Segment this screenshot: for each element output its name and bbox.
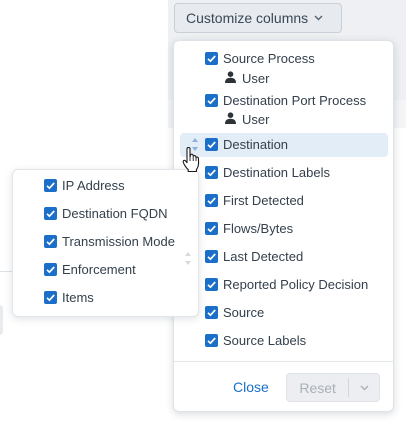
checkbox-checked-icon[interactable] bbox=[205, 222, 218, 235]
checkbox-checked-icon[interactable] bbox=[205, 94, 218, 107]
checkbox-checked-icon[interactable] bbox=[205, 166, 218, 179]
column-option-source-labels[interactable]: Source Labels bbox=[180, 329, 388, 353]
checkbox-checked-icon[interactable] bbox=[44, 235, 57, 248]
column-option-label: Transmission Mode bbox=[62, 234, 175, 249]
column-option-source[interactable]: Source bbox=[180, 301, 388, 325]
checkbox-checked-icon[interactable] bbox=[44, 179, 57, 192]
column-sub-item-label: User bbox=[242, 111, 270, 127]
menu-divider bbox=[174, 361, 393, 362]
checkbox-checked-icon[interactable] bbox=[205, 334, 218, 347]
column-option-destination-fqdn[interactable]: Destination FQDN bbox=[13, 202, 198, 226]
checkbox-checked-icon[interactable] bbox=[44, 291, 57, 304]
drag-handle-icon[interactable] bbox=[192, 138, 198, 151]
customize-columns-dropdown: Source Process User Destination Port Pro… bbox=[173, 40, 394, 412]
checkbox-checked-icon[interactable] bbox=[205, 138, 218, 151]
column-option-label: Last Detected bbox=[223, 249, 304, 264]
column-option-reported-policy-decision[interactable]: Reported Policy Decision bbox=[180, 273, 388, 297]
column-option-flows-bytes[interactable]: Flows/Bytes bbox=[180, 217, 388, 241]
column-option-label: Destination Port Process bbox=[223, 93, 367, 108]
column-option-label: Destination FQDN bbox=[62, 206, 168, 221]
column-option-label: Source Process bbox=[223, 51, 315, 66]
customize-columns-button[interactable]: Customize columns bbox=[174, 3, 342, 33]
checkbox-checked-icon[interactable] bbox=[205, 194, 218, 207]
column-option-items[interactable]: Items bbox=[13, 286, 198, 310]
checkbox-checked-icon[interactable] bbox=[205, 278, 218, 291]
column-option-last-detected[interactable]: Last Detected bbox=[180, 245, 388, 269]
column-sub-item-label: User bbox=[242, 70, 270, 86]
user-icon bbox=[225, 111, 236, 127]
column-option-label: Destination Labels bbox=[223, 165, 330, 180]
column-option-label: Enforcement bbox=[62, 262, 136, 277]
column-option-label: Reported Policy Decision bbox=[223, 277, 369, 292]
checkbox-checked-icon[interactable] bbox=[44, 207, 57, 220]
checkbox-checked-icon[interactable] bbox=[205, 306, 218, 319]
column-option-ip-address[interactable]: IP Address bbox=[13, 174, 198, 198]
column-option-destination-port-process[interactable]: Destination Port Process bbox=[180, 89, 388, 113]
checkbox-checked-icon[interactable] bbox=[205, 52, 218, 65]
reset-button[interactable]: Reset bbox=[287, 380, 348, 396]
column-option-first-detected[interactable]: First Detected bbox=[180, 189, 388, 213]
chevron-down-icon bbox=[314, 13, 323, 24]
reset-button-group: Reset bbox=[286, 373, 380, 402]
column-option-enforcement[interactable]: Enforcement bbox=[13, 258, 198, 282]
column-option-destination-labels[interactable]: Destination Labels bbox=[180, 161, 388, 185]
column-sub-item-user: User bbox=[225, 110, 269, 128]
close-button[interactable]: Close bbox=[233, 379, 269, 395]
checkbox-checked-icon[interactable] bbox=[205, 250, 218, 263]
column-sub-item-user: User bbox=[225, 69, 269, 87]
column-option-destination[interactable]: Destination bbox=[180, 133, 388, 157]
column-option-source-process[interactable]: Source Process bbox=[180, 47, 388, 71]
chevron-down-icon[interactable] bbox=[349, 383, 379, 393]
column-option-label: Source bbox=[223, 305, 265, 320]
extra-columns-panel: IP Address Destination FQDN Transmission… bbox=[12, 169, 199, 317]
checkbox-checked-icon[interactable] bbox=[44, 263, 57, 276]
column-option-label: IP Address bbox=[62, 178, 125, 193]
panel-edge bbox=[0, 305, 3, 335]
customize-columns-label: Customize columns bbox=[186, 10, 309, 26]
column-option-label: Items bbox=[62, 290, 94, 305]
drag-handle-icon bbox=[185, 252, 191, 265]
column-option-label: First Detected bbox=[223, 193, 304, 208]
column-option-label: Destination bbox=[223, 137, 289, 152]
column-option-label: Source Labels bbox=[223, 333, 307, 348]
user-icon bbox=[225, 70, 236, 86]
column-option-label: Flows/Bytes bbox=[223, 221, 294, 236]
row-divider bbox=[0, 271, 12, 272]
column-option-transmission-mode[interactable]: Transmission Mode bbox=[13, 230, 198, 254]
